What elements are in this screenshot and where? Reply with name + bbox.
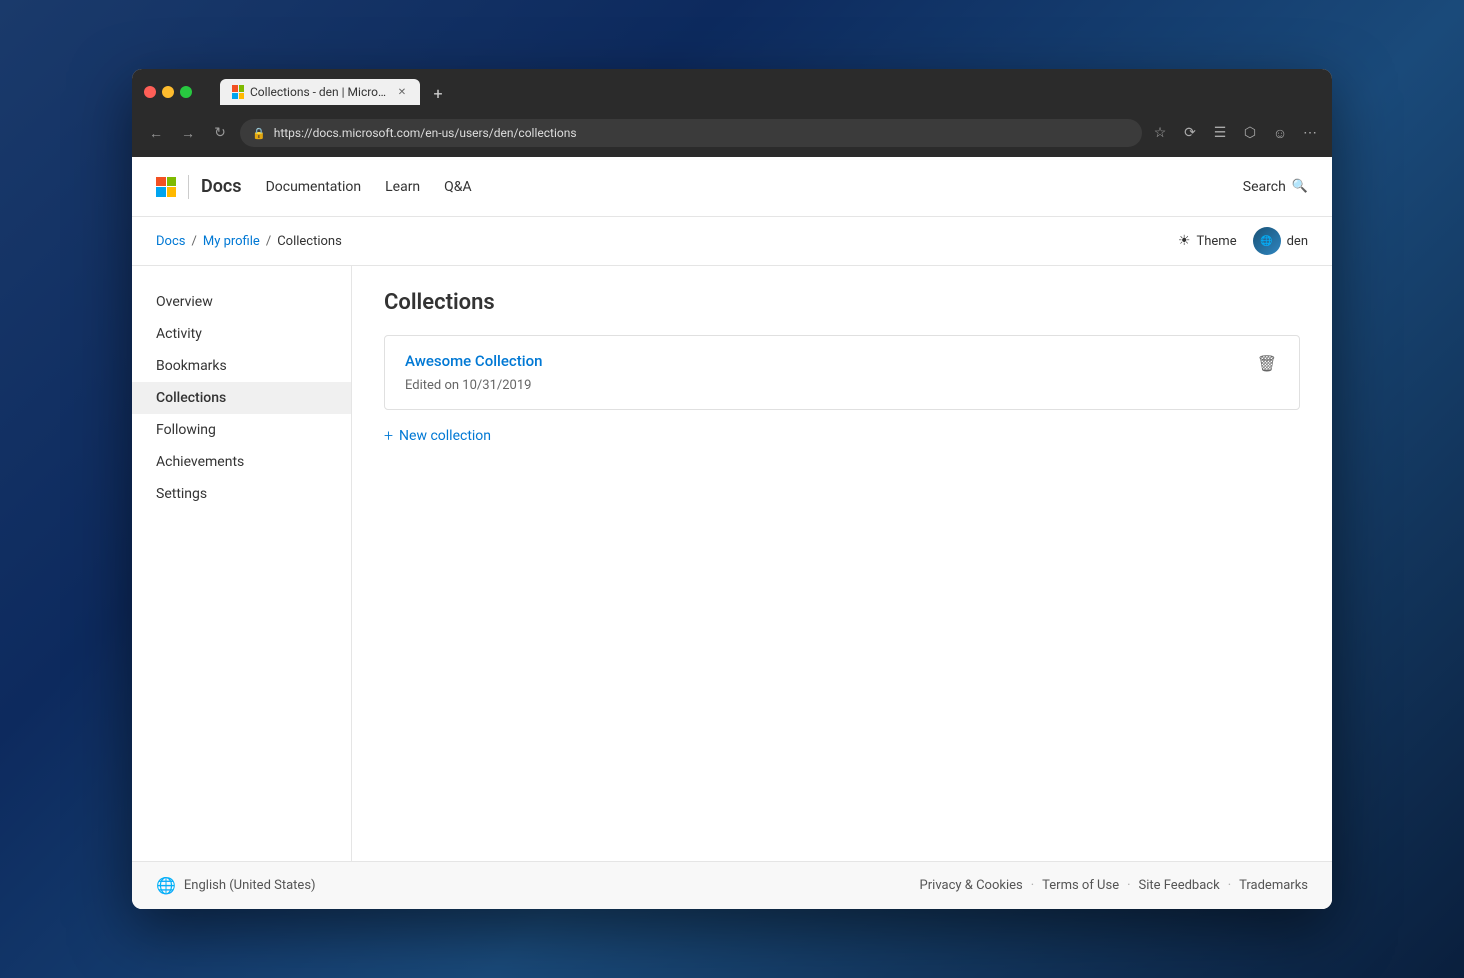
top-nav: Docs Documentation Learn Q&A Search 🔍 — [132, 157, 1332, 217]
browser-window: Collections - den | Microsoft Do ✕ + ← →… — [132, 69, 1332, 909]
back-button[interactable]: ← — [144, 121, 168, 145]
footer-links: Privacy & Cookies · Terms of Use · Site … — [920, 878, 1308, 893]
trademarks-link[interactable]: Trademarks — [1239, 878, 1308, 893]
extensions-icon[interactable]: ⬡ — [1240, 123, 1260, 143]
sidebar-item-bookmarks[interactable]: Bookmarks — [132, 350, 351, 382]
nav-qa[interactable]: Q&A — [444, 179, 471, 195]
footer-locale: 🌐 English (United States) — [156, 876, 316, 895]
maximize-button[interactable] — [180, 86, 192, 98]
url-display: https://docs.microsoft.com/en-us/users/d… — [274, 126, 577, 140]
avatar-image: 🌐 — [1260, 236, 1272, 247]
new-tab-button[interactable]: + — [426, 81, 450, 105]
new-collection-link[interactable]: + New collection — [384, 422, 1300, 449]
page-title: Collections — [384, 290, 1300, 315]
delete-collection-button[interactable]: 🗑 — [1255, 352, 1279, 375]
address-bar: ← → ↻ 🔒 https://docs.microsoft.com/en-us… — [132, 113, 1332, 157]
sidebar-item-achievements[interactable]: Achievements — [132, 446, 351, 478]
nav-documentation[interactable]: Documentation — [266, 179, 362, 195]
page-footer: 🌐 English (United States) Privacy & Cook… — [132, 861, 1332, 909]
user-info[interactable]: 🌐 den — [1253, 227, 1308, 255]
search-button[interactable]: Search 🔍 — [1243, 179, 1308, 195]
refresh-button[interactable]: ↻ — [208, 121, 232, 145]
forward-button[interactable]: → — [176, 121, 200, 145]
collection-meta: Edited on 10/31/2019 — [405, 378, 531, 393]
sidebar-item-following[interactable]: Following — [132, 414, 351, 446]
browser-chrome: Collections - den | Microsoft Do ✕ + ← →… — [132, 69, 1332, 157]
globe-icon: 🌐 — [156, 876, 176, 895]
breadcrumb-sep-2: / — [266, 234, 271, 249]
sidebar-item-settings[interactable]: Settings — [132, 478, 351, 510]
breadcrumb-bar: Docs / My profile / Collections ☀ Theme … — [132, 217, 1332, 266]
title-bar: Collections - den | Microsoft Do ✕ + — [132, 69, 1332, 113]
feedback-link[interactable]: Site Feedback — [1139, 878, 1220, 893]
tab-close-button[interactable]: ✕ — [396, 85, 408, 99]
minimize-button[interactable] — [162, 86, 174, 98]
collection-name[interactable]: Awesome Collection — [405, 352, 542, 370]
traffic-lights — [144, 86, 192, 98]
theme-button[interactable]: ☀ Theme — [1178, 233, 1237, 249]
menu-icon[interactable]: ⋯ — [1300, 123, 1320, 143]
breadcrumb-right: ☀ Theme 🌐 den — [1178, 227, 1308, 255]
tab-bar: Collections - den | Microsoft Do ✕ + — [208, 79, 462, 105]
breadcrumb-collections: Collections — [277, 234, 342, 249]
docs-logo[interactable]: Docs — [201, 176, 242, 197]
active-tab[interactable]: Collections - den | Microsoft Do ✕ — [220, 79, 420, 105]
breadcrumb-sep-1: / — [191, 234, 196, 249]
favorites-icon[interactable]: ☆ — [1150, 123, 1170, 143]
sidebar-item-activity[interactable]: Activity — [132, 318, 351, 350]
main-layout: Overview Activity Bookmarks Collections … — [132, 266, 1332, 861]
logo-divider — [188, 175, 189, 199]
page-content: Docs Documentation Learn Q&A Search 🔍 Do… — [132, 157, 1332, 909]
reload-icon[interactable]: ⟳ — [1180, 123, 1200, 143]
main-content: Collections Awesome Collection Edited on… — [352, 266, 1332, 861]
breadcrumb-docs[interactable]: Docs — [156, 234, 185, 249]
tab-title: Collections - den | Microsoft Do — [250, 85, 390, 99]
nav-links: Documentation Learn Q&A — [266, 179, 472, 195]
microsoft-logo — [156, 177, 176, 197]
logo-area: Docs — [156, 175, 242, 199]
breadcrumb-my-profile[interactable]: My profile — [203, 234, 260, 249]
tab-favicon — [232, 85, 244, 99]
sidebar: Overview Activity Bookmarks Collections … — [132, 266, 352, 861]
new-collection-label: New collection — [399, 428, 491, 444]
privacy-link[interactable]: Privacy & Cookies — [920, 878, 1023, 893]
user-name: den — [1287, 234, 1308, 249]
toolbar-icons: ☆ ⟳ ☰ ⬡ ☺ ⋯ — [1150, 123, 1320, 143]
locale-text: English (United States) — [184, 878, 316, 893]
collections-icon[interactable]: ☰ — [1210, 123, 1230, 143]
collection-card: Awesome Collection Edited on 10/31/2019 … — [384, 335, 1300, 410]
search-icon: 🔍 — [1292, 179, 1308, 194]
theme-label: Theme — [1196, 234, 1236, 249]
collection-info: Awesome Collection Edited on 10/31/2019 — [405, 352, 542, 393]
url-bar[interactable]: 🔒 https://docs.microsoft.com/en-us/users… — [240, 119, 1142, 147]
sun-icon: ☀ — [1178, 233, 1191, 249]
search-label: Search — [1243, 179, 1286, 195]
sidebar-item-collections[interactable]: Collections — [132, 382, 351, 414]
terms-link[interactable]: Terms of Use — [1042, 878, 1119, 893]
plus-icon: + — [384, 426, 393, 445]
user-avatar: 🌐 — [1253, 227, 1281, 255]
emoji-icon[interactable]: ☺ — [1270, 123, 1290, 143]
sidebar-item-overview[interactable]: Overview — [132, 286, 351, 318]
nav-learn[interactable]: Learn — [385, 179, 420, 195]
security-icon: 🔒 — [252, 127, 266, 140]
close-button[interactable] — [144, 86, 156, 98]
